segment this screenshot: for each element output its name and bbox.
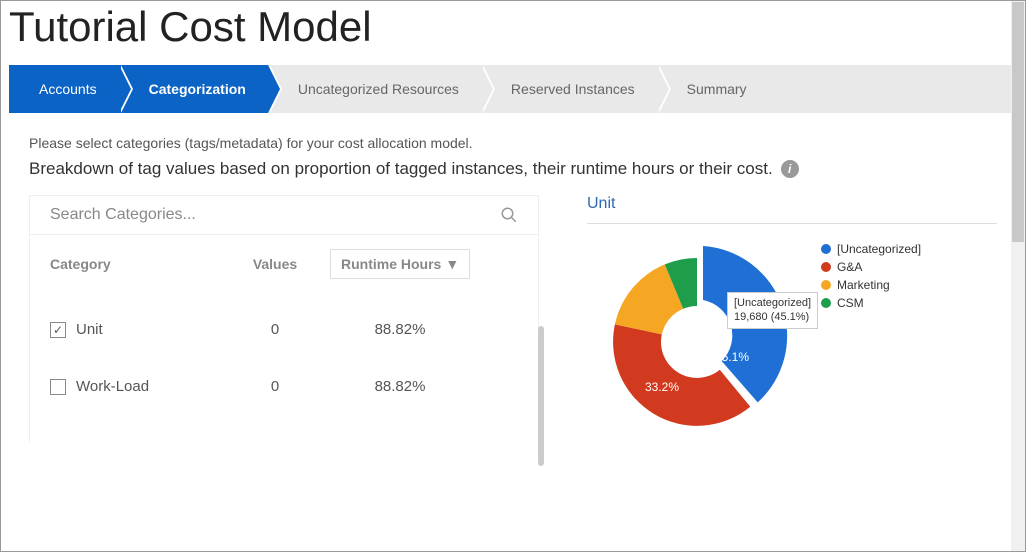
checkbox-unit[interactable]: ✓ bbox=[50, 322, 66, 338]
row-label: Unit bbox=[76, 321, 220, 338]
legend-item[interactable]: G&A bbox=[821, 260, 921, 274]
slice-label-ga: 33.2% bbox=[645, 380, 679, 394]
header-values: Values bbox=[220, 256, 330, 272]
chart-legend: [Uncategorized] G&A Marketing CSM bbox=[821, 242, 921, 314]
chart-tooltip: [Uncategorized] 19,680 (45.1%) bbox=[727, 292, 818, 329]
row-runtime: 88.82% bbox=[330, 378, 470, 395]
chart-title: Unit bbox=[587, 195, 997, 224]
step-reserved-instances[interactable]: Reserved Instances bbox=[481, 65, 657, 113]
instruction-text-1: Please select categories (tags/metadata)… bbox=[1, 113, 1025, 155]
sort-desc-icon: ▼ bbox=[445, 256, 459, 272]
legend-item[interactable]: Marketing bbox=[821, 278, 921, 292]
instruction-text-2: Breakdown of tag values based on proport… bbox=[1, 155, 1025, 195]
step-accounts[interactable]: Accounts bbox=[9, 65, 119, 113]
donut-chart: 45.1% 33.2% [Uncategorized] 19,680 (45.1… bbox=[587, 242, 807, 442]
header-runtime-sort[interactable]: Runtime Hours ▼ bbox=[330, 249, 470, 279]
row-values: 0 bbox=[220, 378, 330, 395]
window-scrollbar-thumb[interactable] bbox=[1012, 2, 1024, 242]
row-values: 0 bbox=[220, 321, 330, 338]
scrollbar-thumb[interactable] bbox=[538, 326, 544, 466]
step-uncategorized-resources[interactable]: Uncategorized Resources bbox=[268, 65, 481, 113]
checkbox-workload[interactable] bbox=[50, 379, 66, 395]
legend-item[interactable]: [Uncategorized] bbox=[821, 242, 921, 256]
table-header-row: Category Values Runtime Hours ▼ bbox=[30, 235, 538, 301]
table-row[interactable]: Work-Load 0 88.82% bbox=[30, 358, 538, 415]
chart-panel: Unit 45.1% 33.2% bbox=[587, 195, 997, 442]
search-icon[interactable] bbox=[500, 206, 518, 224]
header-category: Category bbox=[50, 256, 220, 272]
wizard-stepper: Accounts Categorization Uncategorized Re… bbox=[9, 65, 1017, 113]
info-icon[interactable]: i bbox=[781, 160, 799, 178]
search-input[interactable] bbox=[50, 206, 500, 224]
page-title: Tutorial Cost Model bbox=[1, 1, 1025, 65]
step-categorization[interactable]: Categorization bbox=[119, 65, 268, 113]
table-row[interactable]: ✓ Unit 0 88.82% bbox=[30, 301, 538, 358]
step-summary[interactable]: Summary bbox=[657, 65, 769, 113]
categories-panel: Category Values Runtime Hours ▼ ✓ Unit 0… bbox=[29, 195, 539, 442]
row-runtime: 88.82% bbox=[330, 321, 470, 338]
slice-label-uncat: 45.1% bbox=[715, 350, 749, 364]
pie-slice-ga[interactable] bbox=[613, 324, 750, 425]
legend-item[interactable]: CSM bbox=[821, 296, 921, 310]
window-scrollbar[interactable] bbox=[1011, 1, 1025, 551]
row-label: Work-Load bbox=[76, 378, 220, 395]
